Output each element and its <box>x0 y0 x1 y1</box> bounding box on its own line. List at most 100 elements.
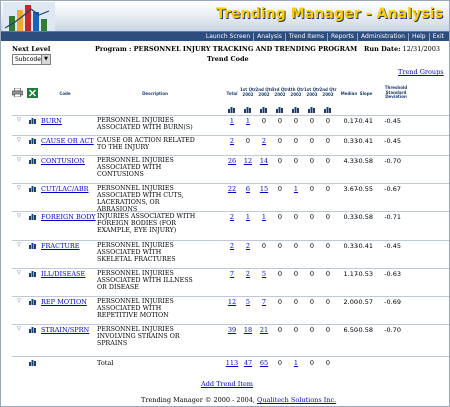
trend-code-link[interactable]: CONTUSION <box>41 157 85 165</box>
row-chart-icon[interactable] <box>29 157 36 164</box>
cell-total[interactable]: 7 <box>224 270 240 278</box>
trend-groups-link[interactable]: Trend Groups <box>398 68 444 76</box>
total-cell-q2[interactable]: 65 <box>256 359 272 367</box>
column-chart-icon-q3[interactable] <box>276 106 283 113</box>
trend-code-link[interactable]: CUT/LAC/ABR <box>41 185 89 193</box>
cell-q2[interactable]: 5 <box>256 270 272 278</box>
cell-threshold: -0.70 <box>384 157 401 165</box>
cell-q1[interactable]: 6 <box>240 185 256 193</box>
trend-code-link[interactable]: REP MOTION <box>41 298 87 306</box>
total-chart-icon[interactable] <box>29 359 36 366</box>
cell-q1[interactable]: 12 <box>240 157 256 165</box>
cell-q4: 0 <box>293 270 299 278</box>
row-chart-icon[interactable] <box>29 298 36 305</box>
expand-row-icon[interactable]: ▽ <box>17 157 23 163</box>
cell-total[interactable]: 22 <box>224 185 240 193</box>
excel-icon[interactable] <box>27 88 38 98</box>
trend-code-link[interactable]: STRAIN/SPRN <box>41 326 89 334</box>
expand-row-icon[interactable]: ▽ <box>17 137 23 143</box>
company-link[interactable]: Qualitech Solutions Inc. <box>257 396 336 404</box>
row-chart-icon[interactable] <box>29 185 36 192</box>
row-chart-icon[interactable] <box>29 326 36 333</box>
cell-total[interactable]: 39 <box>224 326 240 334</box>
printer-icon[interactable] <box>12 88 23 97</box>
cell-slope: -0.55 <box>356 185 373 193</box>
column-chart-icon-q1[interactable] <box>244 106 251 113</box>
trend-code-link[interactable]: ILL/DISEASE <box>41 270 85 278</box>
expand-row-icon[interactable]: ▽ <box>17 270 23 276</box>
row-chart-icon[interactable] <box>29 117 36 124</box>
nav-bar: Launch Screen Analysis Trend Items Reports A… <box>1 31 449 41</box>
expand-row-icon[interactable]: ▽ <box>17 242 23 248</box>
cell-total[interactable]: 1 <box>224 117 240 125</box>
column-chart-icon-q2[interactable] <box>260 106 267 113</box>
cell-q1[interactable]: 2 <box>240 242 256 250</box>
row-chart-icon[interactable] <box>29 242 36 249</box>
nav-item-help[interactable]: Help <box>407 33 429 41</box>
cell-q4: 0 <box>293 213 299 221</box>
cell-q2[interactable]: 14 <box>256 157 272 165</box>
expand-row-icon[interactable]: ▽ <box>17 117 23 123</box>
trend-code-link[interactable]: FOREIGN BODY <box>41 213 96 221</box>
row-chart-icon[interactable] <box>29 213 36 220</box>
cell-q1[interactable]: 1 <box>240 213 256 221</box>
cell-q3: 0 <box>277 213 283 221</box>
nav-item-reports[interactable]: Reports <box>327 33 357 41</box>
cell-q6: 0 <box>325 117 331 125</box>
next-level-select-value: Subcode <box>15 56 41 63</box>
trend-code-link[interactable]: BURN <box>41 117 62 125</box>
row-divider <box>12 183 449 184</box>
trend-description: Personnel injuries associated with skele… <box>97 242 176 263</box>
trend-code-link[interactable]: FRACTURE <box>41 242 80 250</box>
cell-total[interactable]: 2 <box>224 137 240 145</box>
row-divider <box>12 135 449 136</box>
cell-threshold: -0.45 <box>384 117 401 125</box>
total-cell-q1[interactable]: 47 <box>240 359 256 367</box>
cell-q2: 0 <box>261 117 267 125</box>
next-level-select[interactable]: Subcode ▼ <box>12 54 51 65</box>
trend-code-link[interactable]: CAUSE OR ACT <box>41 137 94 145</box>
expand-row-icon[interactable]: ▽ <box>17 298 23 304</box>
row-chart-icon[interactable] <box>29 137 36 144</box>
cell-q2[interactable]: 15 <box>256 185 272 193</box>
column-chart-icon-q4[interactable] <box>292 106 299 113</box>
cell-total[interactable]: 12 <box>224 298 240 306</box>
column-chart-icon-q6[interactable] <box>324 106 331 113</box>
trend-description: Personnel injuries associated with burn(… <box>97 117 193 131</box>
trend-description: Personnel injuries associated with repet… <box>97 298 174 319</box>
row-chart-icon[interactable] <box>29 270 36 277</box>
expand-row-icon[interactable]: ▽ <box>17 213 23 219</box>
cell-q1[interactable]: 18 <box>240 326 256 334</box>
chevron-down-icon[interactable]: ▼ <box>41 55 50 64</box>
cell-q2[interactable]: 2 <box>256 137 272 145</box>
nav-item-launch-screen[interactable]: Launch Screen <box>203 33 253 41</box>
footer: Trending Manager © 2000 - 2004, Qualitec… <box>141 396 336 404</box>
cell-q2[interactable]: 7 <box>256 298 272 306</box>
row-divider <box>12 115 449 116</box>
nav-item-analysis[interactable]: Analysis <box>253 33 285 41</box>
cell-total[interactable]: 2 <box>224 213 240 221</box>
cell-q4[interactable]: 1 <box>288 185 304 193</box>
nav-item-exit[interactable]: Exit <box>428 33 447 41</box>
nav-item-trend-items[interactable]: Trend Items <box>284 33 327 41</box>
total-label: Total <box>97 359 114 367</box>
cell-q1[interactable]: 1 <box>240 117 256 125</box>
cell-q5: 0 <box>309 117 315 125</box>
total-cell-total[interactable]: 113 <box>224 359 240 367</box>
total-cell-q4[interactable]: 1 <box>288 359 304 367</box>
trend-description: Personnel injuries associated with illne… <box>97 270 193 291</box>
nav-item-administration[interactable]: Administration <box>357 33 408 41</box>
column-chart-icon-total[interactable] <box>228 106 235 113</box>
cell-total[interactable]: 2 <box>224 242 240 250</box>
add-trend-item-link[interactable]: Add Trend Item <box>201 380 253 388</box>
expand-row-icon[interactable]: ▽ <box>17 185 23 191</box>
cell-total[interactable]: 26 <box>224 157 240 165</box>
cell-q2[interactable]: 1 <box>256 213 272 221</box>
column-header-description: Description <box>142 91 168 96</box>
cell-q5: 0 <box>309 270 315 278</box>
cell-q1[interactable]: 5 <box>240 298 256 306</box>
cell-q2[interactable]: 21 <box>256 326 272 334</box>
cell-q1[interactable]: 2 <box>240 270 256 278</box>
column-chart-icon-q5[interactable] <box>308 106 315 113</box>
expand-row-icon[interactable]: ▽ <box>17 326 23 332</box>
